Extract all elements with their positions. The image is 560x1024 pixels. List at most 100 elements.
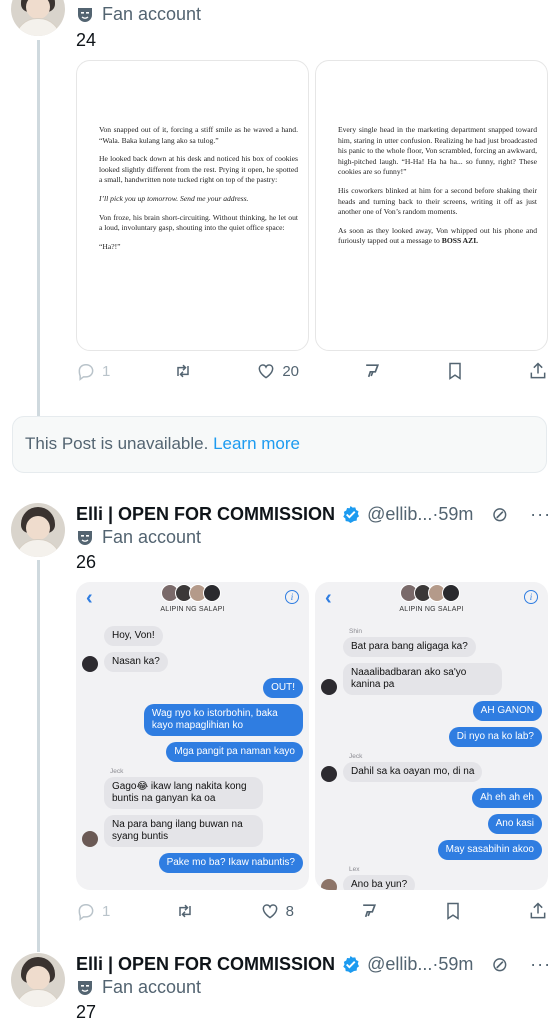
mask-icon: [78, 980, 92, 995]
avatar[interactable]: [11, 0, 65, 36]
story-paragraph: As soon as they looked away, Von whipped…: [338, 225, 537, 246]
grok-button[interactable]: [359, 901, 379, 921]
chat-screenshot-right[interactable]: ‹ ALIPIN NG SALAPI i Shin Bat para bang a…: [315, 582, 548, 890]
story-paragraph: Von snapped out of it, forcing a stiff s…: [99, 125, 298, 145]
grok-icon[interactable]: ⊘: [491, 502, 508, 527]
sent-message-bubble: AH GANON: [472, 701, 542, 721]
like-icon: [258, 364, 274, 379]
retweet-button[interactable]: [173, 361, 193, 381]
chat-message-row: Gago😂 ikaw lang nakita kong buntis na ga…: [82, 777, 303, 809]
sender-avatar: [321, 766, 337, 782]
story-paragraph: His coworkers blinked at him for a secon…: [338, 185, 537, 217]
received-message-bubble: Nasan ka?: [104, 652, 168, 672]
thread-line: [37, 40, 40, 416]
share-button[interactable]: [528, 361, 548, 381]
chat-screenshot-left[interactable]: ‹ ALIPIN NG SALAPI i Hoy, Von! Nasan ka? O…: [76, 582, 309, 890]
post-time[interactable]: ·59m: [432, 954, 473, 975]
sender-avatar: [321, 879, 337, 890]
share-button[interactable]: [528, 901, 548, 921]
story-paragraph: Von froze, his brain short-circuiting. W…: [99, 212, 298, 233]
sender-name: Lex: [349, 866, 360, 873]
chat-header: ‹ ALIPIN NG SALAPI i: [315, 582, 548, 626]
post-media[interactable]: ‹ ALIPIN NG SALAPI i Hoy, Von! Nasan ka? O…: [76, 582, 548, 890]
sender-avatar: [82, 831, 98, 847]
avatar[interactable]: [11, 953, 65, 1007]
fan-label: Fan account: [102, 527, 202, 547]
chat-messages: Hoy, Von! Nasan ka? OUT! Wag nyo ko istorbo…: [76, 626, 309, 873]
sender-name: Jeck: [110, 768, 124, 775]
chat-messages: Shin Bat para bang aligaga ka? Naaalibadba…: [315, 628, 548, 890]
sent-message-bubble: May sasabihin akoo: [437, 840, 542, 860]
learn-more-link[interactable]: Learn more: [213, 434, 300, 453]
unavailable-post-notice: This Post is unavailable. Learn more: [12, 416, 547, 473]
retweet-icon: [179, 904, 191, 918]
post-actions: 1 8: [76, 899, 548, 923]
bookmark-icon: [449, 362, 461, 380]
more-icon[interactable]: ···: [530, 954, 551, 975]
story-paragraph: Every single head in the marketing depar…: [338, 125, 537, 177]
grok-icon[interactable]: ⊘: [491, 952, 508, 977]
sent-message-bubble: Pake mo ba? Ikaw nabuntis?: [158, 853, 303, 873]
author-name[interactable]: Elli | OPEN FOR COMMISSION: [76, 504, 335, 525]
like-button[interactable]: 20: [256, 361, 299, 381]
fan-account-badge: Fan account: [76, 527, 201, 548]
sent-message-bubble: Wag nyo ko istorbohin, baka kayo mapagli…: [143, 704, 303, 736]
received-message-bubble: Na para bang ilang buwan na syang buntis: [104, 815, 264, 847]
chat-message-row: Ano ba yun?: [321, 875, 542, 890]
share-icon: [530, 902, 546, 919]
sender-name: Jeck: [349, 753, 363, 760]
grok-icon: [366, 364, 380, 378]
sender-name: Shin: [349, 628, 363, 635]
fan-account-badge: Fan account: [76, 977, 201, 998]
received-message-bubble: Bat para bang aligaga ka?: [343, 637, 476, 657]
like-icon: [262, 904, 278, 919]
post-header: Elli | OPEN FOR COMMISSION @ellib... ·59…: [76, 502, 551, 527]
post-text: 26: [76, 552, 97, 572]
chat-message-row: Ah eh ah eh: [321, 788, 542, 808]
chat-message-row: Pake mo ba? Ikaw nabuntis?: [82, 853, 303, 873]
story-page-left[interactable]: Von snapped out of it, forcing a stiff s…: [76, 60, 309, 351]
post-actions: 1 20: [76, 359, 548, 383]
bookmark-button[interactable]: [443, 901, 463, 921]
reply-button[interactable]: 1: [76, 361, 110, 381]
like-count: 20: [282, 362, 299, 380]
mask-icon: [78, 530, 92, 545]
sent-message-bubble: Di nyo na ko lab?: [448, 727, 542, 747]
post-time[interactable]: ·59m: [432, 504, 473, 525]
post-media[interactable]: Von snapped out of it, forcing a stiff s…: [76, 60, 548, 351]
reply-count: 1: [102, 362, 111, 380]
retweet-icon: [177, 364, 190, 378]
group-avatars: [399, 584, 460, 602]
author-handle[interactable]: @ellib...: [367, 504, 432, 525]
story-page-right[interactable]: Every single head in the marketing depar…: [315, 60, 548, 351]
reply-button[interactable]: 1: [76, 901, 110, 921]
author-handle[interactable]: @ellib...: [367, 954, 432, 975]
like-button[interactable]: 8: [260, 901, 294, 921]
author-name[interactable]: Elli | OPEN FOR COMMISSION: [76, 954, 335, 975]
avatar[interactable]: [11, 503, 65, 557]
bookmark-button[interactable]: [445, 361, 465, 381]
grok-button[interactable]: [362, 361, 382, 381]
grok-icon: [362, 904, 376, 918]
sender-avatar: [82, 656, 98, 672]
fan-account-badge: Fan account: [76, 4, 201, 25]
chat-message-row: Mga pangit pa naman kayo: [82, 742, 303, 762]
share-icon: [530, 362, 546, 379]
received-message-bubble: Hoy, Von!: [104, 626, 163, 646]
received-message-bubble: Gago😂 ikaw lang nakita kong buntis na ga…: [104, 777, 264, 809]
more-icon[interactable]: ···: [530, 504, 551, 525]
chat-message-row: Di nyo na ko lab?: [321, 727, 542, 747]
sent-message-bubble: OUT!: [263, 678, 303, 698]
chat-message-row: Wag nyo ko istorbohin, baka kayo mapagli…: [82, 704, 303, 736]
mask-icon: [78, 7, 92, 22]
info-icon: i: [524, 590, 538, 604]
fan-label: Fan account: [102, 977, 202, 997]
received-message-bubble: Dahil sa ka oayan mo, di na: [343, 762, 483, 782]
chat-message-row: Dahil sa ka oayan mo, di na: [321, 762, 542, 782]
bookmark-icon: [447, 902, 460, 920]
story-paragraph: I’ll pick you up tomorrow. Send me your …: [99, 193, 249, 203]
chat-message-row: AH GANON: [321, 701, 542, 721]
chat-message-row: Na para bang ilang buwan na syang buntis: [82, 815, 303, 847]
retweet-button[interactable]: [175, 901, 195, 921]
sender-avatar: [321, 679, 337, 695]
